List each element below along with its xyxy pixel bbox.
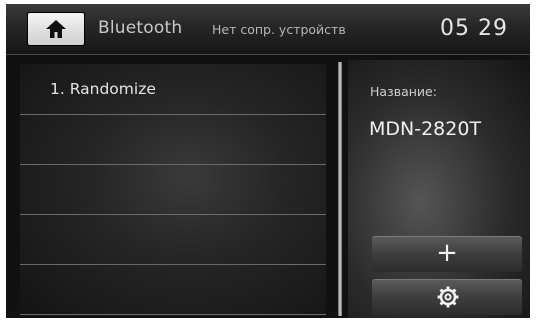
device-list: 1. Randomize [20,64,326,316]
plus-icon: + [436,238,458,268]
device-details-panel: Название: MDN-2820T + [348,60,530,318]
list-item[interactable]: 1. Randomize [20,64,326,115]
list-item[interactable] [20,164,326,215]
top-bar: Bluetooth Нет сопр. устройств 05 29 [6,4,530,55]
device-label: 1. Randomize [50,80,156,98]
scrollbar[interactable] [338,62,342,316]
settings-button[interactable] [372,279,522,315]
home-button[interactable] [28,13,84,45]
bluetooth-screen: Bluetooth Нет сопр. устройств 05 29 1. R… [6,4,530,318]
list-item[interactable] [20,114,326,165]
screen-title: Bluetooth [98,18,183,38]
add-device-button[interactable]: + [372,236,522,272]
list-item[interactable] [20,214,326,265]
gear-icon [437,286,459,308]
pairing-status: Нет сопр. устройств [212,22,346,37]
device-name: MDN-2820T [369,118,482,140]
name-label: Название: [370,84,437,99]
list-item[interactable] [20,264,326,315]
home-icon [46,20,66,38]
clock: 05 29 [440,16,508,41]
